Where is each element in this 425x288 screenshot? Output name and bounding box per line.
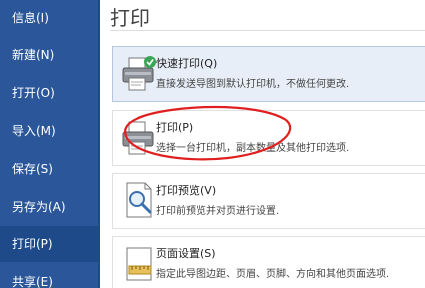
nav-item-new[interactable]: 新建(N) bbox=[0, 37, 98, 73]
nav-item-print[interactable]: 打印(P) bbox=[0, 226, 98, 262]
page-title: 打印 bbox=[110, 6, 150, 30]
backstage-sidebar: 信息(I) 新建(N) 打开(O) 导入(M) 保存(S) 另存为(A) 打印(… bbox=[0, 0, 98, 288]
quick-print-option[interactable]: 快速打印(Q) 直接发送导图到默认打印机，不做任何更改. bbox=[112, 46, 425, 102]
page-setup-title: 页面设置(S) bbox=[156, 247, 216, 260]
page-setup-option[interactable]: 页面设置(S) 指定此导图边距、页眉、页脚、方向和其他页面选项. bbox=[112, 236, 425, 288]
print-option[interactable]: 打印(P) 选择一台打印机，副本数量及其他打印选项. bbox=[112, 110, 425, 166]
quick-print-icon bbox=[122, 56, 156, 91]
page-setup-icon bbox=[126, 247, 152, 281]
quick-print-title: 快速打印(Q) bbox=[156, 57, 218, 70]
nav-item-import[interactable]: 导入(M) bbox=[0, 113, 98, 149]
nav-item-open[interactable]: 打开(O) bbox=[0, 75, 98, 111]
print-title: 打印(P) bbox=[156, 121, 194, 134]
print-preview-option[interactable]: 打印预览(V) 打印前预览并对页进行设置. bbox=[112, 173, 425, 229]
print-description: 选择一台打印机，副本数量及其他打印选项. bbox=[156, 143, 350, 154]
title-divider bbox=[110, 30, 425, 31]
print-preview-title: 打印预览(V) bbox=[156, 184, 217, 197]
print-preview-description: 打印前预览并对页进行设置. bbox=[156, 206, 280, 217]
print-preview-icon bbox=[126, 182, 152, 218]
nav-item-share[interactable]: 共享(E) bbox=[0, 264, 98, 288]
nav-item-info[interactable]: 信息(I) bbox=[0, 0, 98, 36]
print-panel: 打印 快速打印(Q) 直接发送导图到默认打印机，不做任何更改. 打印(P) 选择… bbox=[100, 0, 425, 288]
nav-item-save-as[interactable]: 另存为(A) bbox=[0, 189, 98, 225]
nav-item-save[interactable]: 保存(S) bbox=[0, 151, 98, 187]
page-setup-description: 指定此导图边距、页眉、页脚、方向和其他页面选项. bbox=[156, 269, 390, 280]
printer-icon bbox=[122, 121, 154, 155]
quick-print-description: 直接发送导图到默认打印机，不做任何更改. bbox=[156, 79, 350, 90]
